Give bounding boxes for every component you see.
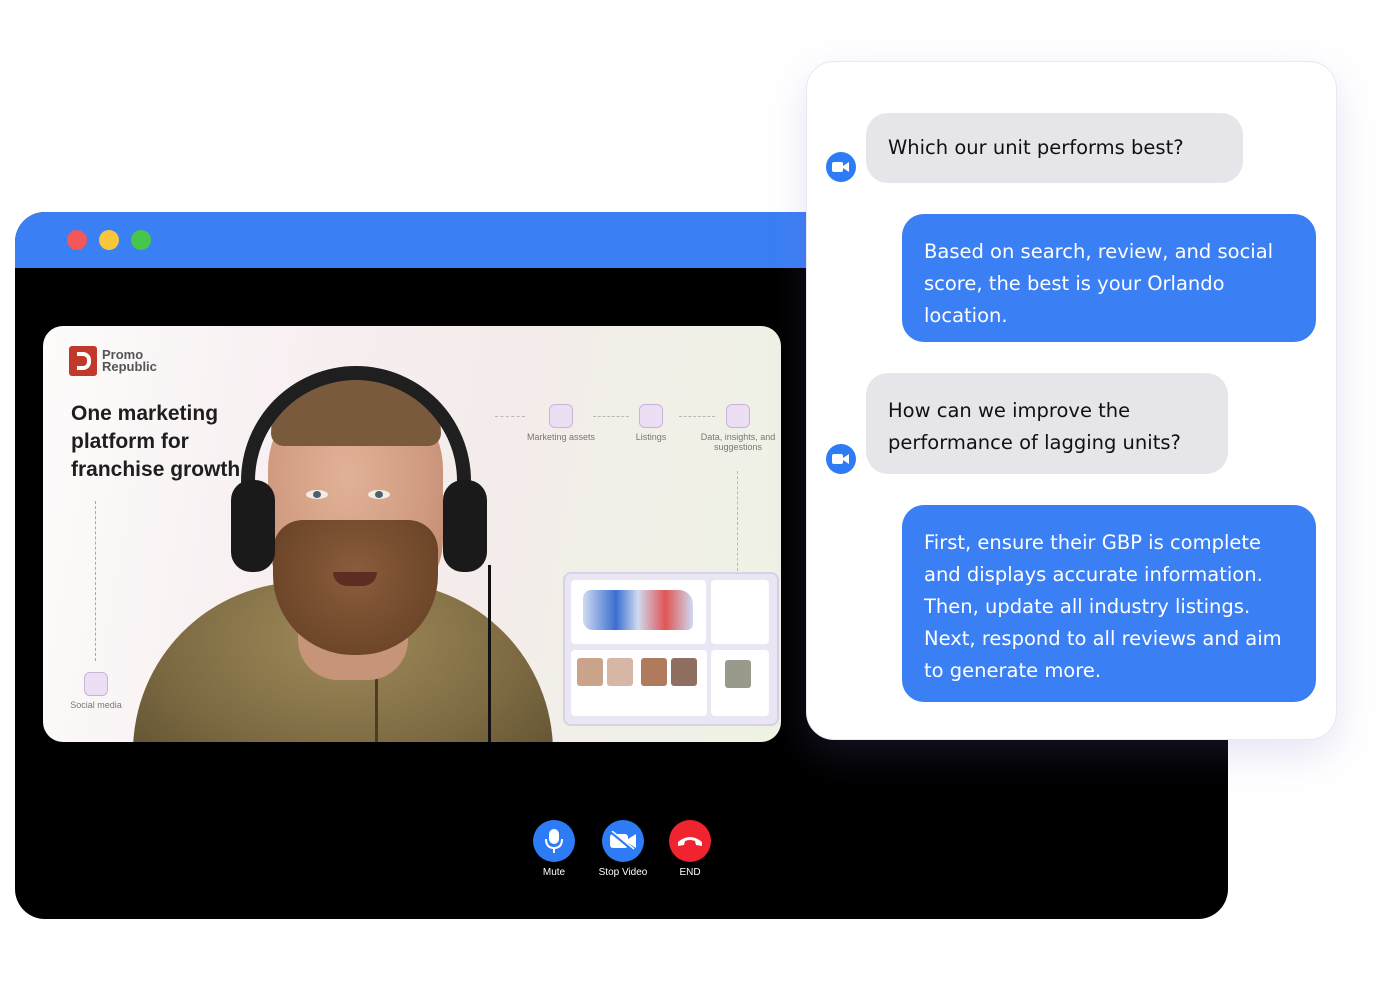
connector-line bbox=[737, 471, 738, 571]
photo-thumbnail bbox=[725, 660, 751, 688]
end-call-button[interactable]: END bbox=[650, 820, 730, 878]
headphones-cable bbox=[488, 565, 491, 742]
mute-button-circle[interactable] bbox=[533, 820, 575, 862]
chat-panel: Which our unit performs best? Based on s… bbox=[806, 61, 1337, 740]
mute-label: Mute bbox=[542, 867, 566, 878]
assistant-message-bubble: First, ensure their GBP is complete and … bbox=[902, 505, 1316, 702]
photo-thumbnail bbox=[607, 658, 633, 686]
phone-hangup-icon bbox=[678, 837, 702, 846]
logo-mark-icon bbox=[69, 346, 97, 376]
end-label: END bbox=[679, 867, 701, 878]
connector-line bbox=[95, 501, 96, 661]
side-panel-widget bbox=[711, 580, 769, 644]
mute-button[interactable]: Mute bbox=[514, 820, 594, 878]
stage: Promo Republic One marketing platform fo… bbox=[0, 0, 1382, 995]
participant-person bbox=[113, 360, 583, 742]
us-map-graphic bbox=[583, 590, 693, 630]
participant-video-feed: Promo Republic One marketing platform fo… bbox=[43, 326, 781, 742]
map-widget bbox=[571, 580, 706, 644]
user-message-bubble: How can we improve the performance of la… bbox=[866, 373, 1228, 474]
dashboard-preview bbox=[563, 572, 779, 726]
social-icon bbox=[84, 672, 108, 696]
photo-thumbnail bbox=[641, 658, 667, 686]
list-icon bbox=[639, 404, 663, 428]
video-camera-off-icon bbox=[610, 831, 636, 851]
node-listings: Listings bbox=[626, 404, 676, 442]
end-call-button-circle[interactable] bbox=[669, 820, 711, 862]
maximize-window-button[interactable] bbox=[131, 230, 151, 250]
node-label: Listings bbox=[635, 432, 667, 442]
user-message-bubble: Which our unit performs best? bbox=[866, 113, 1243, 183]
close-window-button[interactable] bbox=[67, 230, 87, 250]
microphone-icon bbox=[545, 829, 563, 853]
analytics-icon bbox=[726, 404, 750, 428]
node-label: Data, insights, and suggestions bbox=[700, 432, 776, 452]
card-widget bbox=[711, 650, 769, 716]
stop-video-button-circle[interactable] bbox=[602, 820, 644, 862]
assistant-message-bubble: Based on search, review, and social scor… bbox=[902, 214, 1316, 342]
headphones-earcup bbox=[231, 480, 275, 572]
call-controls: Mute Stop Video END bbox=[15, 820, 1228, 890]
node-data-insights: Data, insights, and suggestions bbox=[698, 404, 778, 452]
minimize-window-button[interactable] bbox=[99, 230, 119, 250]
video-camera-icon bbox=[826, 444, 856, 474]
headphones-earcup bbox=[443, 480, 487, 572]
video-camera-icon bbox=[826, 152, 856, 182]
photo-grid-widget bbox=[571, 650, 707, 716]
photo-thumbnail bbox=[671, 658, 697, 686]
headphones-band bbox=[241, 366, 471, 566]
